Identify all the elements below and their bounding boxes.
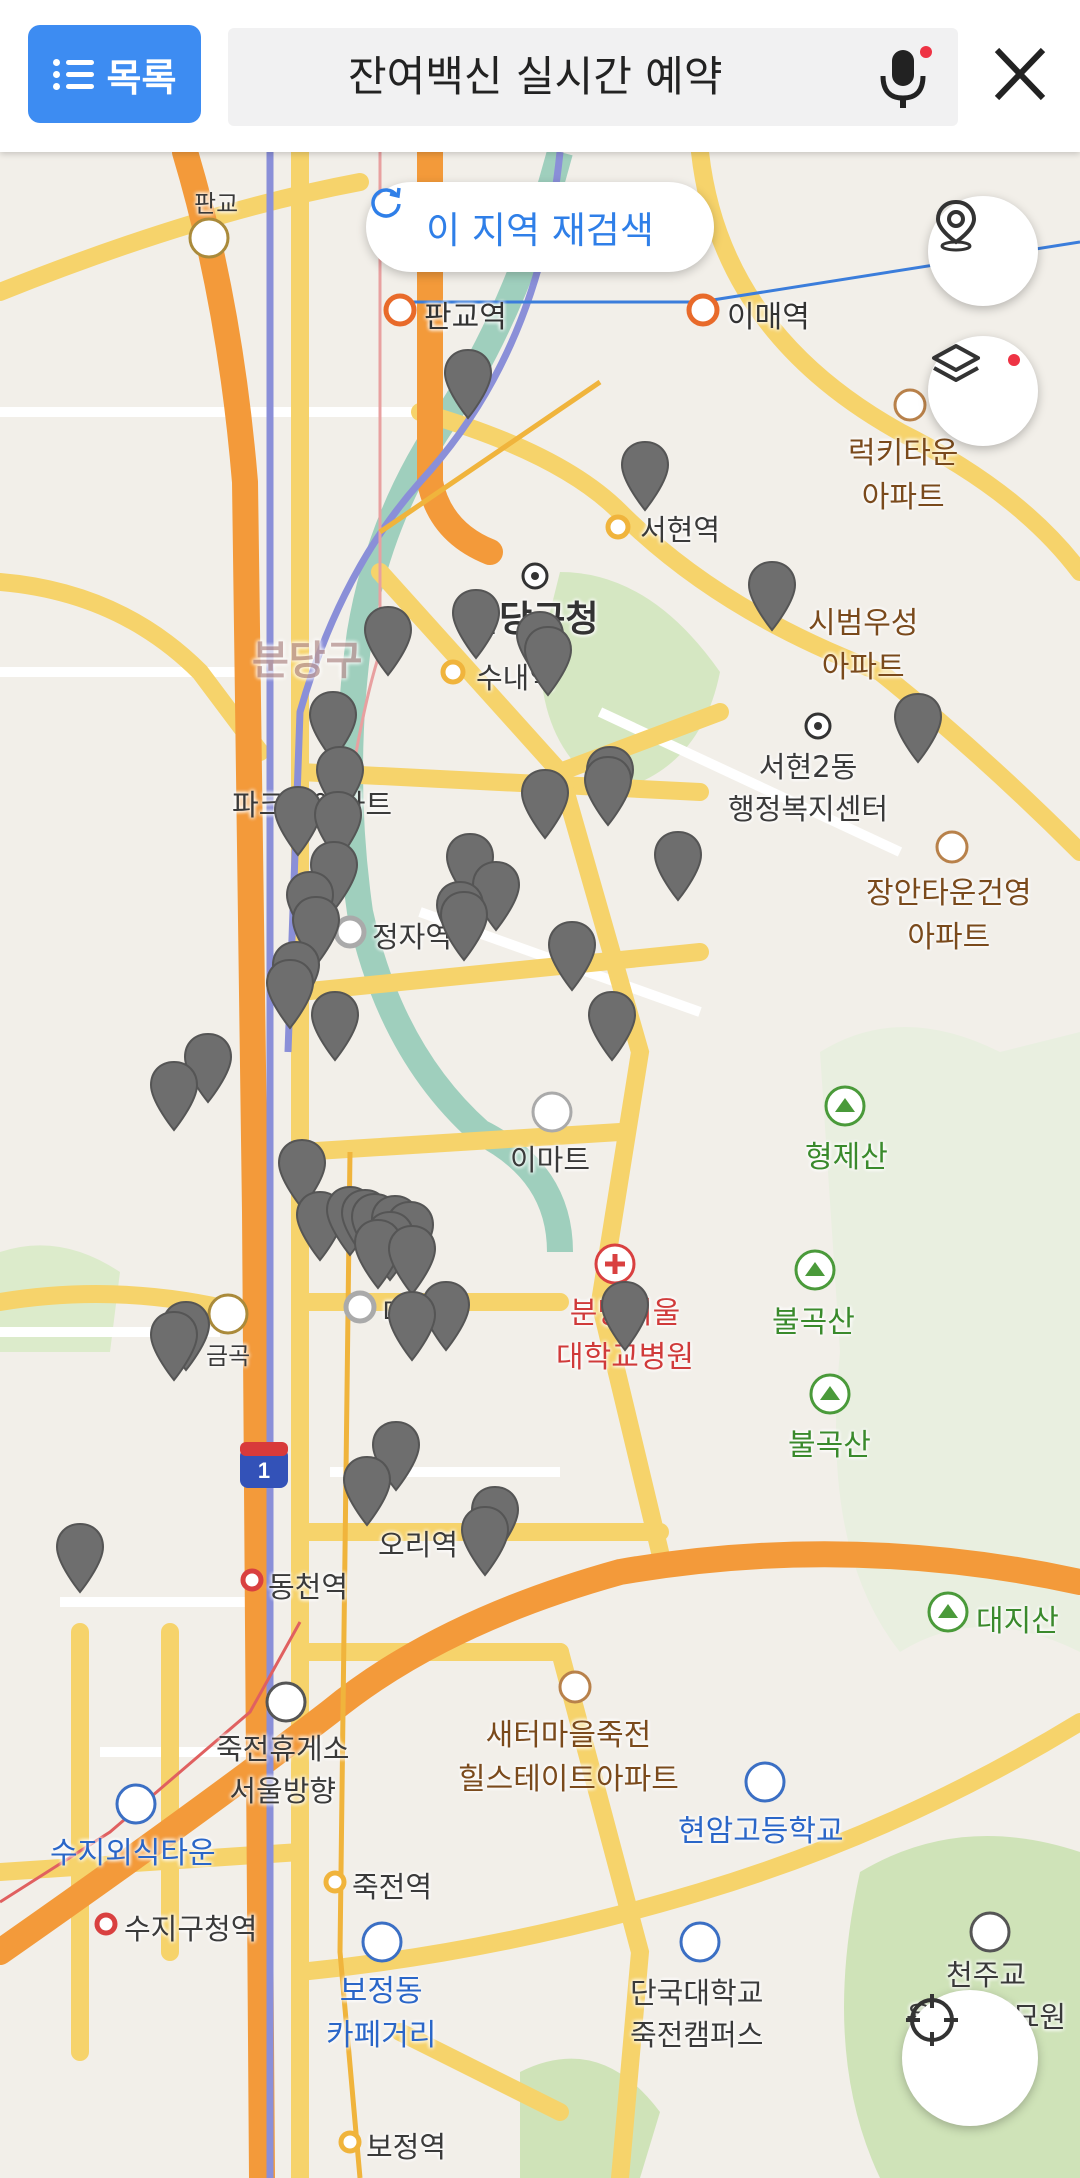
search-box[interactable]: 잔여백신 실시간 예약 — [228, 28, 958, 126]
layers-new-badge — [1008, 354, 1020, 366]
crosshair-icon — [906, 1994, 958, 2046]
vaccine-location-marker[interactable] — [892, 692, 944, 764]
label-jukjeon-rest-area: 죽전휴게소 서울방향 — [216, 1732, 350, 1808]
refresh-icon — [371, 187, 401, 218]
vaccine-location-marker[interactable] — [519, 768, 571, 840]
vaccine-location-marker[interactable] — [362, 605, 414, 677]
vaccine-location-marker[interactable] — [54, 1522, 106, 1594]
list-icon — [52, 57, 95, 91]
label-daejisan: 대지산 — [976, 1604, 1059, 1639]
vaccine-location-marker[interactable] — [746, 560, 798, 632]
search-query[interactable]: 잔여백신 실시간 예약 — [348, 28, 722, 126]
vaccine-location-marker[interactable] — [148, 1060, 200, 1132]
station-label-seohyeon: 서현역 — [640, 513, 721, 547]
vaccine-location-marker[interactable] — [619, 440, 671, 512]
list-button-label: 목록 — [106, 55, 177, 100]
station-label-bojeong: 보정역 — [366, 2130, 447, 2164]
research-area-button[interactable]: 이 지역 재검색 — [366, 182, 714, 272]
station-label-ori: 오리역 — [378, 1528, 459, 1562]
station-label-imae: 이매역 — [727, 300, 810, 335]
label-jangan-town-apt: 장안타운건영 아파트 — [866, 876, 1032, 955]
vaccine-location-marker[interactable] — [459, 1505, 511, 1577]
ic-label-geumgok: 금곡 — [206, 1342, 251, 1370]
list-button[interactable]: 목록 — [28, 25, 201, 123]
label-saeteo-hillstate: 새터마을죽전 힐스테이트아파트 — [458, 1718, 679, 1797]
microphone-icon[interactable] — [870, 42, 940, 112]
label-suji-restaurant: 수지외식타운 — [50, 1836, 216, 1871]
station-label-pangyo: 판교역 — [424, 300, 507, 335]
vaccine-location-marker[interactable] — [546, 920, 598, 992]
vaccine-location-marker[interactable] — [442, 348, 494, 420]
station-label-jukjeon: 죽전역 — [352, 1870, 433, 1904]
research-area-label: 이 지역 재검색 — [426, 209, 654, 252]
label-emart: 이마트 — [510, 1143, 591, 1177]
layers-button[interactable] — [928, 336, 1038, 446]
label-bojeong-cafe: 보정동 카페거리 — [326, 1974, 437, 2053]
close-icon[interactable] — [985, 36, 1055, 112]
label-lucky-town-apt: 럭키타운 아파트 — [848, 436, 959, 515]
vaccine-location-marker[interactable] — [522, 625, 574, 697]
station-label-dongcheon: 동천역 — [268, 1570, 349, 1604]
vaccine-location-marker[interactable] — [386, 1290, 438, 1362]
highway-shield-label: 1 — [257, 1458, 271, 1483]
label-bulgoksan-2: 불곡산 — [788, 1428, 871, 1463]
label-bulgoksan-1: 불곡산 — [772, 1305, 855, 1340]
vaccine-location-marker[interactable] — [438, 890, 490, 962]
vaccine-location-marker[interactable] — [341, 1455, 393, 1527]
vaccine-location-marker[interactable] — [652, 830, 704, 902]
vaccine-location-marker[interactable] — [582, 755, 634, 827]
vaccine-place-button[interactable] — [928, 196, 1038, 306]
top-bar: 목록 잔여백신 실시간 예약 — [0, 0, 1080, 152]
label-sibum-apt: 시범우성 아파트 — [808, 606, 919, 685]
vaccine-location-marker[interactable] — [599, 1280, 651, 1352]
label-seohyeon2dong-center: 서현2동 행정복지센터 — [728, 750, 889, 826]
label-dankook-univ: 단국대학교 죽전캠퍼스 — [630, 1976, 764, 2052]
vaccine-location-marker[interactable] — [148, 1310, 200, 1382]
my-location-button[interactable] — [902, 1990, 1038, 2126]
ic-label-pangyo: 판교 — [194, 190, 239, 218]
layers-icon — [932, 344, 980, 382]
station-label-sujigu-office: 수지구청역 — [124, 1912, 258, 1946]
vaccine-location-marker[interactable] — [309, 990, 361, 1062]
vaccine-location-marker[interactable] — [586, 990, 638, 1062]
vaccine-location-marker[interactable] — [450, 588, 502, 660]
region-label-bundang-gu: 분당구 — [252, 638, 363, 684]
map-view[interactable]: 판교 판교역 이매역 서현역 분당구청 수내역 분당구 럭키타운 아파트 시범우… — [0, 152, 1080, 2178]
label-hyeonam-high: 현암고등학교 — [678, 1814, 844, 1849]
location-pin-icon — [935, 199, 977, 252]
label-hyeongjesan: 형제산 — [805, 1140, 888, 1175]
